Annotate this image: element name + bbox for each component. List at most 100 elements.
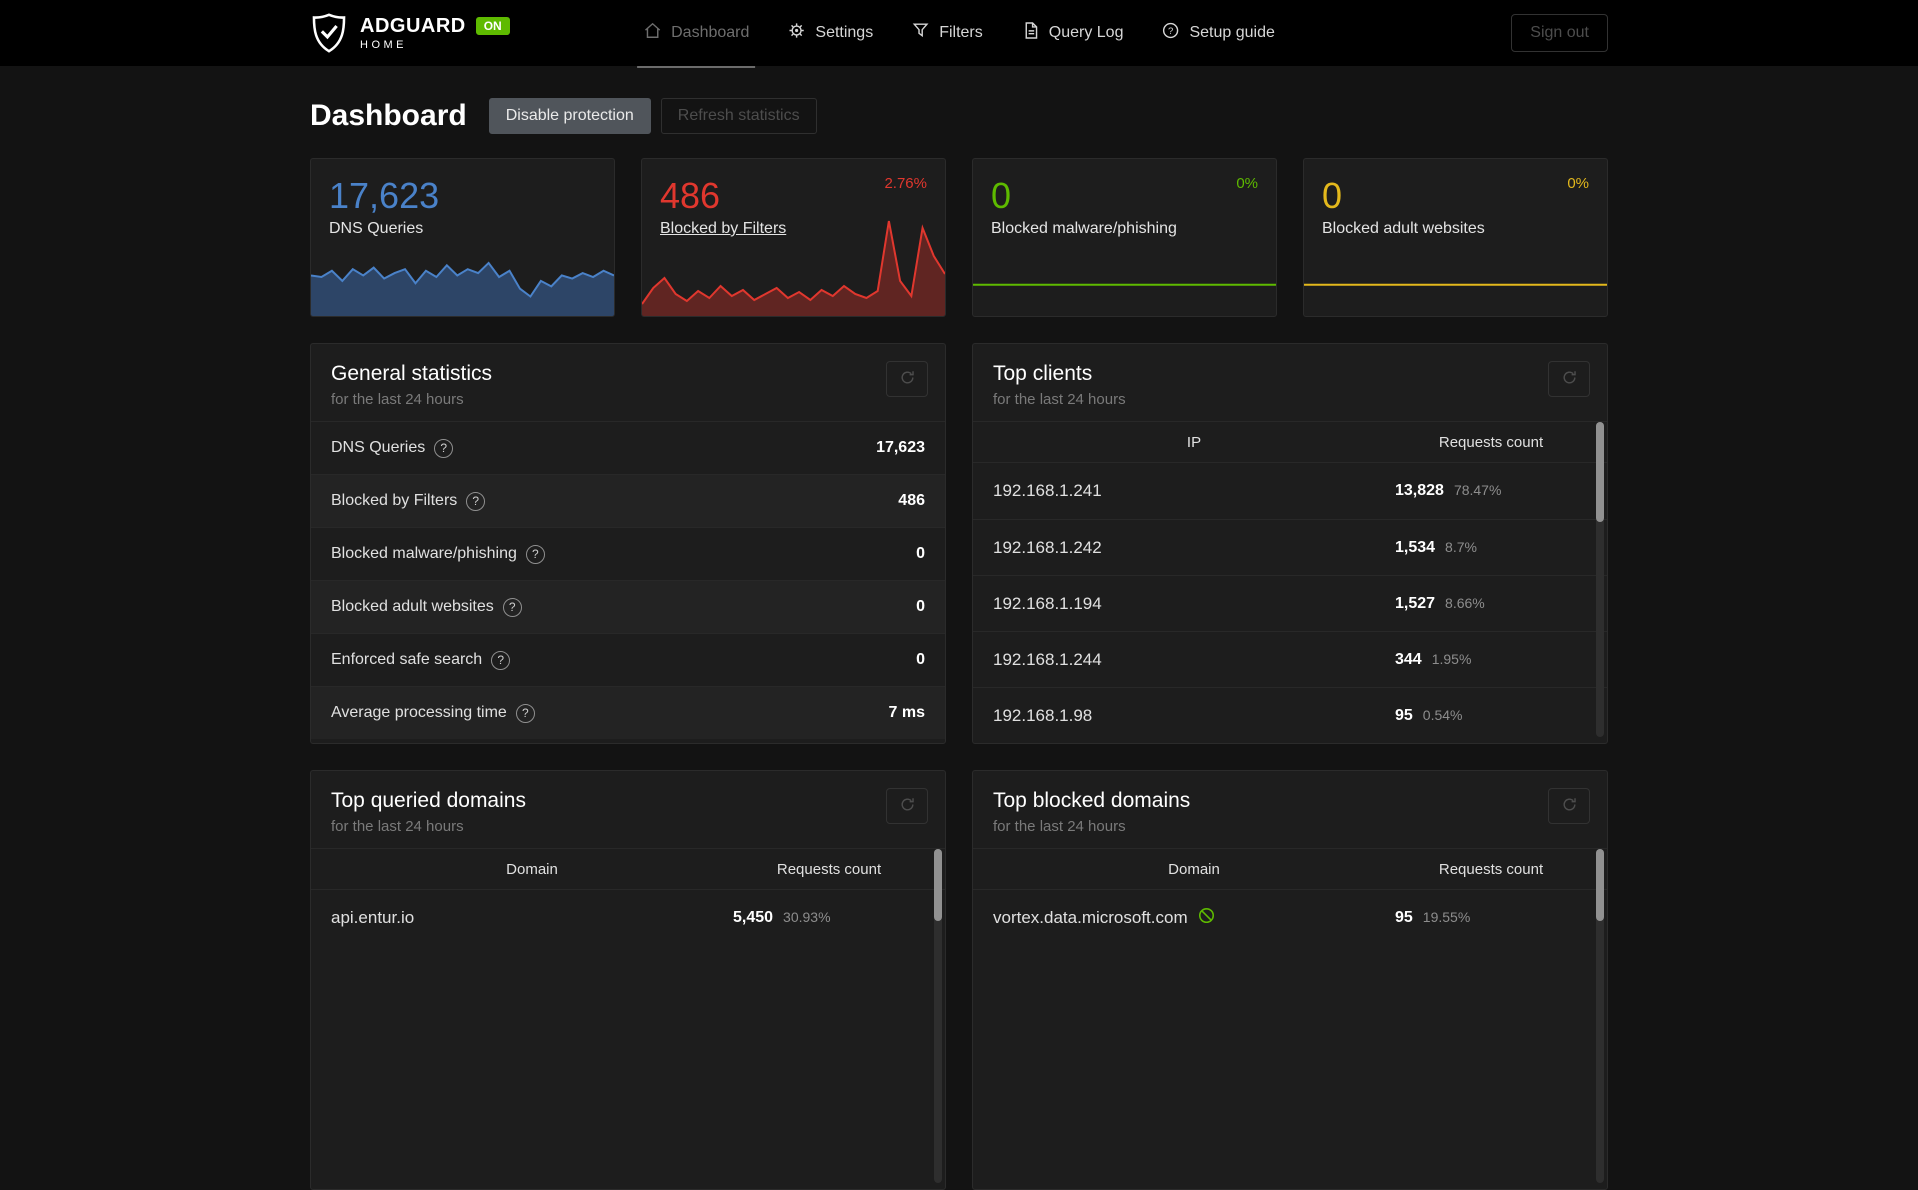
main-nav: Dashboard Settings Filters Query Log ? S… <box>637 0 1275 68</box>
client-row: 192.168.1.244 344 1.95% <box>973 631 1607 687</box>
top-queried-domains-card: Top queried domains for the last 24 hour… <box>310 770 946 1190</box>
top-blocked-domains-card: Top blocked domains for the last 24 hour… <box>972 770 1608 1190</box>
stat-row: Blocked by Filters? 486 <box>311 474 945 527</box>
top-clients-table: IP Requests count 192.168.1.241 13,828 7… <box>973 421 1607 743</box>
nav-item-filters[interactable]: Filters <box>911 0 983 66</box>
client-row: 192.168.1.241 13,828 78.47% <box>973 463 1607 519</box>
client-percent: 78.47% <box>1453 482 1502 498</box>
client-count: 13,828 <box>1395 482 1444 499</box>
brand-name: ADGUARD <box>360 15 466 37</box>
top-clients-card: Top clients for the last 24 hours IP Req… <box>972 343 1608 744</box>
stat-row-label: Blocked by Filters <box>331 492 458 509</box>
disable-protection-button[interactable]: Disable protection <box>488 98 651 134</box>
scrollbar-thumb[interactable] <box>1596 422 1604 522</box>
help-icon[interactable]: ? <box>466 491 486 511</box>
dashboard-icon <box>643 21 662 45</box>
nav-label-dashboard: Dashboard <box>671 24 750 41</box>
query-log-icon <box>1021 21 1040 45</box>
stat-card-blocked-adult: 0% 0 Blocked adult websites <box>1303 158 1608 317</box>
top-blocked-domains-table: Domain Requests count vortex.data.micros… <box>973 848 1607 946</box>
client-ip: 192.168.1.244 <box>993 649 1102 669</box>
stat-row-label: Blocked malware/phishing <box>331 545 517 562</box>
help-icon[interactable]: ? <box>515 703 535 723</box>
help-icon[interactable]: ? <box>434 438 454 458</box>
top-queried-domains-refresh-button[interactable] <box>886 788 928 824</box>
stat-row-label: Enforced safe search <box>331 651 483 668</box>
help-icon[interactable]: ? <box>502 597 522 617</box>
stat-row: Enforced safe search? 0 <box>311 633 945 686</box>
scrollbar-track[interactable] <box>1596 849 1604 1183</box>
requests-count-column-header: Requests count <box>1438 860 1544 878</box>
dns-queries-label: DNS Queries <box>329 220 424 237</box>
domain-name: vortex.data.microsoft.com <box>993 908 1188 927</box>
client-percent: 8.7% <box>1445 538 1477 555</box>
nav-label-setup-guide: Setup guide <box>1189 24 1275 41</box>
general-statistics-table: DNS Queries? 17,623 Blocked by Filters? … <box>311 421 945 739</box>
sign-out-button[interactable]: Sign out <box>1511 14 1608 52</box>
table-header: IP Requests count <box>973 421 1607 463</box>
scrollbar-track[interactable] <box>934 849 942 1183</box>
client-percent: 0.54% <box>1422 706 1463 723</box>
stat-row-value: 0 <box>916 598 925 615</box>
top-queried-domains-table: Domain Requests count api.entur.io 5,450… <box>311 848 945 946</box>
stat-row-label: Blocked adult websites <box>331 598 494 615</box>
requests-count-column-header: Requests count <box>1438 433 1544 451</box>
client-count: 1,534 <box>1395 538 1436 556</box>
client-ip: 192.168.1.241 <box>993 481 1102 500</box>
brand-subtitle: HOME <box>360 39 407 51</box>
scrollbar-thumb[interactable] <box>934 849 942 921</box>
stat-row-label: DNS Queries <box>331 439 426 456</box>
blocked-adult-value: 0 <box>1322 175 1343 216</box>
top-blocked-domains-refresh-button[interactable] <box>1548 788 1590 824</box>
client-row: 192.168.1.194 1,527 8.66% <box>973 575 1607 631</box>
stat-card-dns-queries: 17,623 DNS Queries <box>310 158 615 317</box>
stat-row-value: 7 ms <box>888 704 925 721</box>
table-header: Domain Requests count <box>311 848 945 890</box>
dns-queries-value: 17,623 <box>329 175 440 216</box>
stat-row-value: 17,623 <box>876 439 925 456</box>
client-count: 344 <box>1395 650 1422 668</box>
client-row: 192.168.1.98 95 0.54% <box>973 687 1607 743</box>
help-icon[interactable]: ? <box>525 544 545 564</box>
domain-count: 95 <box>1395 909 1413 926</box>
stat-row: Average processing time? 7 ms <box>311 686 945 739</box>
blocked-adult-sparkline <box>1304 276 1607 316</box>
top-navbar: ADGUARD ON HOME Dashboard Settings Filte… <box>0 0 1918 68</box>
nav-item-query-log[interactable]: Query Log <box>1021 0 1124 66</box>
client-row: 192.168.1.242 1,534 8.7% <box>973 519 1607 575</box>
blocked-adult-percent: 0% <box>1567 175 1589 192</box>
refresh-icon <box>899 369 916 389</box>
dns-queries-sparkline <box>311 238 614 316</box>
client-ip: 192.168.1.242 <box>993 537 1102 557</box>
main-content: Dashboard Disable protection Refresh sta… <box>310 98 1608 1190</box>
stat-card-blocked-filters: 2.76% 486 Blocked by Filters <box>641 158 946 317</box>
blocked-malware-sparkline <box>973 276 1276 316</box>
svg-text:?: ? <box>1168 26 1173 37</box>
general-statistics-refresh-button[interactable] <box>886 361 928 397</box>
stat-row: DNS Queries? 17,623 <box>311 421 945 474</box>
nav-item-dashboard[interactable]: Dashboard <box>637 0 756 68</box>
stat-card-blocked-malware: 0% 0 Blocked malware/phishing <box>972 158 1277 317</box>
domain-column-header: Domain <box>1168 860 1220 878</box>
refresh-icon <box>899 796 916 816</box>
client-percent: 8.66% <box>1445 594 1485 611</box>
top-clients-refresh-button[interactable] <box>1548 361 1590 397</box>
scrollbar-track[interactable] <box>1596 422 1604 737</box>
help-icon[interactable]: ? <box>491 650 511 670</box>
top-blocked-domains-subtitle: for the last 24 hours <box>993 818 1126 835</box>
nav-item-settings[interactable]: Settings <box>787 0 873 66</box>
nav-item-setup-guide[interactable]: ? Setup guide <box>1161 0 1275 66</box>
stat-row: Blocked adult websites? 0 <box>311 580 945 633</box>
nav-label-query-log: Query Log <box>1048 24 1124 41</box>
domain-count: 5,450 <box>733 909 774 926</box>
requests-count-column-header: Requests count <box>776 860 882 878</box>
refresh-statistics-button[interactable]: Refresh statistics <box>660 98 817 134</box>
general-statistics-card: General statistics for the last 24 hours… <box>310 343 946 744</box>
scrollbar-thumb[interactable] <box>1596 849 1604 921</box>
blocked-filters-percent: 2.76% <box>884 175 927 192</box>
ip-column-header: IP <box>1186 433 1202 451</box>
brand: ADGUARD ON HOME <box>310 12 510 54</box>
stat-row-value: 0 <box>916 651 925 668</box>
filters-icon <box>911 21 930 45</box>
middle-panels-row: General statistics for the last 24 hours… <box>310 343 1608 744</box>
